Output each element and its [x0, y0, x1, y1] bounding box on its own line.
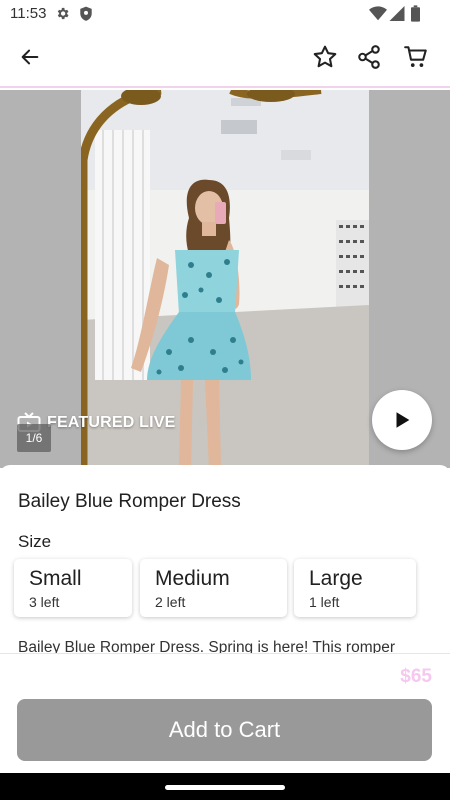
size-name: Medium [155, 567, 230, 590]
image-counter: 1/6 [17, 424, 51, 452]
product-media[interactable]: FEATURED LIVE 1/6 [0, 90, 450, 468]
size-option-large[interactable]: Large 1 left [294, 559, 416, 617]
battery-icon [411, 5, 420, 27]
size-stock: 1 left [309, 594, 340, 610]
size-name: Small [29, 567, 82, 590]
product-title: Bailey Blue Romper Dress [18, 491, 241, 512]
product-price: $65 [400, 666, 432, 687]
product-details-sheet: Bailey Blue Romper Dress Size Small 3 le… [0, 465, 450, 653]
arrow-back-icon [21, 49, 39, 65]
wifi-icon [369, 6, 387, 26]
home-indicator[interactable] [165, 785, 285, 790]
size-stock: 2 left [155, 594, 186, 610]
star-icon [313, 45, 337, 68]
play-icon [396, 412, 410, 428]
size-name: Large [309, 567, 363, 590]
size-option-medium[interactable]: Medium 2 left [140, 559, 287, 617]
add-to-cart-button[interactable]: Add to Cart [17, 699, 432, 761]
cell-signal-icon [389, 6, 405, 26]
shopping-cart-icon [404, 46, 427, 67]
size-option-small[interactable]: Small 3 left [14, 559, 132, 617]
cart-button[interactable] [396, 37, 436, 77]
favorite-button[interactable] [305, 37, 345, 77]
settings-gear-icon [55, 6, 70, 26]
purchase-footer: $65 Add to Cart [0, 653, 450, 773]
app-bar [0, 28, 450, 88]
share-icon [358, 45, 380, 69]
play-button[interactable] [372, 390, 432, 450]
system-nav-bar [0, 773, 450, 800]
product-description: Bailey Blue Romper Dress. Spring is here… [18, 639, 396, 653]
status-bar: 11:53 [0, 0, 450, 28]
size-stock: 3 left [29, 594, 60, 610]
featured-live-label: FEATURED LIVE [47, 414, 176, 431]
share-button[interactable] [349, 37, 389, 77]
shield-icon [79, 6, 93, 27]
size-label: Size [18, 532, 52, 551]
status-time: 11:53 [10, 5, 47, 22]
back-button[interactable] [10, 37, 50, 77]
